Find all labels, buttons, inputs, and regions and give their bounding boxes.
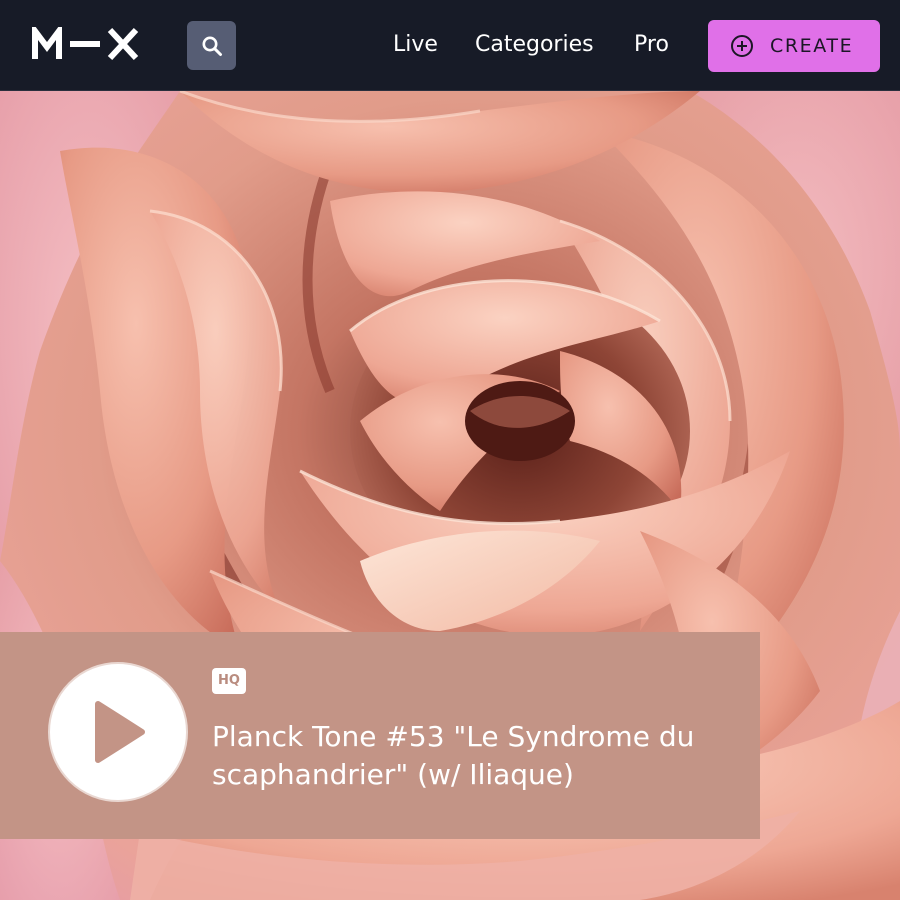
hq-badge: HQ: [212, 668, 246, 694]
logo-mark: [32, 22, 139, 61]
play-icon: [95, 701, 145, 763]
player-card: HQ Planck Tone #53 "Le Syndrome du scaph…: [0, 632, 760, 839]
top-navbar: Live Categories Pro CREATE: [0, 0, 900, 91]
search-icon: [202, 36, 222, 56]
nav-link-live[interactable]: Live: [393, 30, 438, 60]
page: Live Categories Pro CREATE HQ Planck Ton…: [0, 0, 900, 900]
create-button-label: CREATE: [770, 35, 854, 57]
search-button[interactable]: [187, 21, 236, 70]
nav-link-pro[interactable]: Pro: [634, 30, 669, 60]
logo[interactable]: [32, 22, 140, 61]
nav-link-categories[interactable]: Categories: [475, 30, 594, 60]
create-button[interactable]: CREATE: [708, 20, 880, 72]
plus-circle-icon: [730, 34, 754, 58]
track-title[interactable]: Planck Tone #53 "Le Syndrome du scaphand…: [212, 718, 752, 794]
play-button[interactable]: [48, 662, 188, 802]
